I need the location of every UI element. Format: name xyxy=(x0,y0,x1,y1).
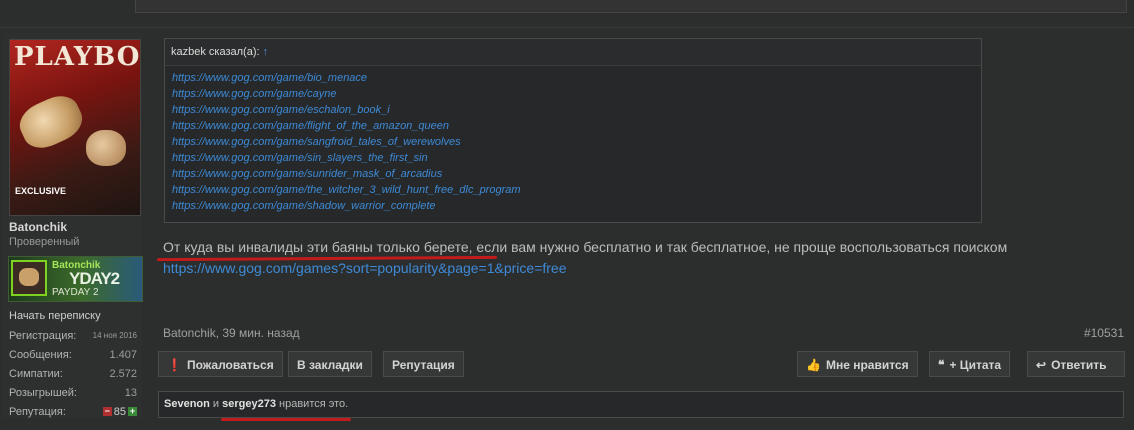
quote-body: https://www.gog.com/game/bio_menace http… xyxy=(165,66,981,216)
steam-status-card[interactable]: Batonchik YDAY2 PAYDAY 2 xyxy=(8,256,143,302)
liker-user-2[interactable]: sergey273 xyxy=(222,398,276,410)
like-button[interactable]: 👍 Мне нравится xyxy=(797,351,918,377)
report-button[interactable]: ❗ Пожаловаться xyxy=(158,351,283,377)
reputation-minus-icon[interactable]: − xyxy=(102,407,112,417)
quote-link[interactable]: https://www.gog.com/game/flight_of_the_a… xyxy=(172,120,981,136)
quote-jump-arrow-icon[interactable]: ↑ xyxy=(263,46,269,58)
avatar-logo: PLAYBOY xyxy=(14,42,141,72)
thumbs-up-icon: 👍 xyxy=(806,358,821,372)
quote-header: kazbek сказал(а): ↑ xyxy=(165,39,981,66)
quote-author: kazbek сказал(а): xyxy=(171,46,260,58)
stat-likes: Симпатии: 2.572 xyxy=(9,367,137,380)
quote-link[interactable]: https://www.gog.com/game/eschalon_book_i xyxy=(172,104,981,120)
user-stats: Регистрация: 14 ноя 2016 Сообщения: 1.40… xyxy=(9,326,137,421)
avatar-caption: EXCLUSIVE xyxy=(15,186,67,196)
avatar[interactable]: PLAYBOY EXCLUSIVE xyxy=(9,39,141,216)
quote-link[interactable]: https://www.gog.com/game/sin_slayers_the… xyxy=(172,152,981,168)
quote-link[interactable]: https://www.gog.com/game/cayne xyxy=(172,88,981,104)
start-conversation-link[interactable]: Начать переписку xyxy=(9,310,101,322)
steam-game: PAYDAY 2 xyxy=(52,287,99,298)
steam-avatar xyxy=(11,260,47,296)
reputation-plus-icon[interactable]: + xyxy=(128,407,137,417)
avatar-candy-image-2 xyxy=(86,130,126,166)
quote-icon: ❝ xyxy=(938,358,945,372)
likes-summary: Sevenon и sergey273 нравится это. xyxy=(158,391,1124,418)
quote-link[interactable]: https://www.gog.com/game/the_witcher_3_w… xyxy=(172,184,981,200)
user-sidebar: PLAYBOY EXCLUSIVE Batonchik Проверенный … xyxy=(3,33,143,421)
stat-messages: Сообщения: 1.407 xyxy=(9,348,137,361)
message-link[interactable]: https://www.gog.com/games?sort=popularit… xyxy=(163,260,567,276)
reputation-button[interactable]: Репутация xyxy=(383,351,464,377)
message-text: От куда вы инвалиды эти баяны только бер… xyxy=(163,239,1008,255)
post-number[interactable]: #10531 xyxy=(1084,326,1124,340)
liker-user-1[interactable]: Sevenon xyxy=(164,398,210,410)
alert-icon: ❗ xyxy=(167,358,182,372)
quote-link[interactable]: https://www.gog.com/game/shadow_warrior_… xyxy=(172,200,981,216)
stat-registration: Регистрация: 14 ноя 2016 xyxy=(9,329,137,342)
avatar-candy-image xyxy=(13,88,89,156)
quote-link[interactable]: https://www.gog.com/game/sunrider_mask_o… xyxy=(172,168,981,184)
reply-button[interactable]: ↩ Ответить xyxy=(1027,351,1125,377)
quote-link[interactable]: https://www.gog.com/game/bio_menace xyxy=(172,72,981,88)
user-title: Проверенный xyxy=(9,236,80,248)
quote-link[interactable]: https://www.gog.com/game/sangfroid_tales… xyxy=(172,136,981,152)
post-author-time[interactable]: Batonchik, 39 мин. назад xyxy=(163,326,300,340)
reply-arrow-icon: ↩ xyxy=(1036,358,1047,372)
quote-button[interactable]: ❝ + Цитата xyxy=(929,351,1011,377)
highlight-underline xyxy=(221,418,351,421)
reputation-value: 85 xyxy=(113,405,126,418)
quote-block: kazbek сказал(а): ↑ https://www.gog.com/g… xyxy=(164,38,982,223)
stat-giveaways: Розыгрышей: 13 xyxy=(9,386,137,399)
bookmark-button[interactable]: В закладки xyxy=(288,351,372,377)
previous-post-footer xyxy=(135,0,1127,13)
post-separator xyxy=(0,27,1134,28)
stat-reputation: Репутация: −85 + xyxy=(9,405,137,418)
username[interactable]: Batonchik xyxy=(9,220,67,234)
steam-game-banner: YDAY2 xyxy=(69,269,120,288)
